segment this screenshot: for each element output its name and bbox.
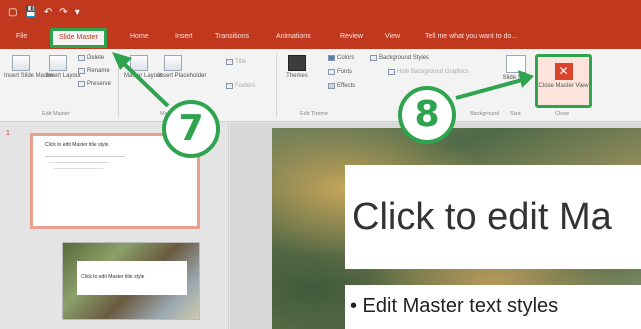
arrow-to-slide-master-tab bbox=[120, 60, 170, 108]
arrow-head bbox=[518, 70, 534, 88]
step-8-callout: 8 bbox=[398, 86, 456, 144]
arrow-to-close-master-view bbox=[455, 78, 523, 100]
callout-arrows bbox=[112, 52, 534, 108]
step-7-callout: 7 bbox=[162, 100, 220, 158]
